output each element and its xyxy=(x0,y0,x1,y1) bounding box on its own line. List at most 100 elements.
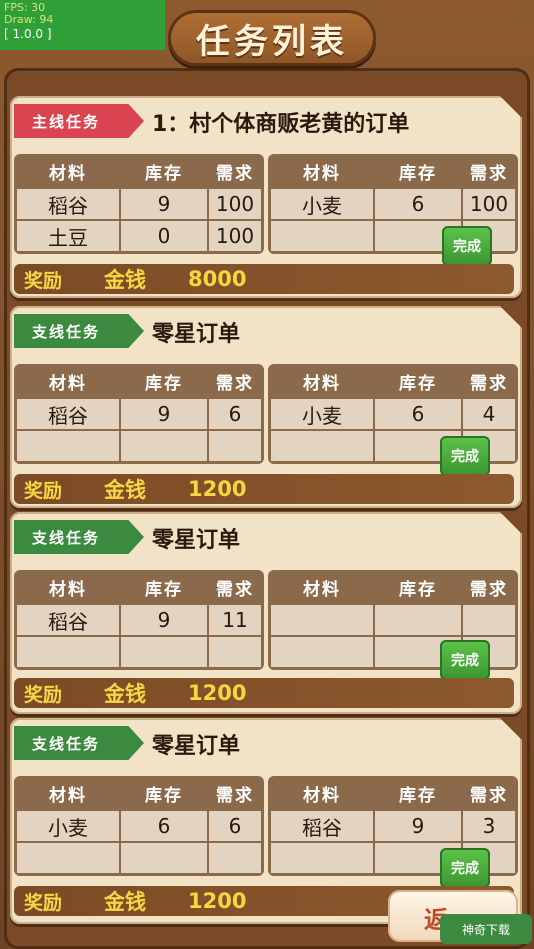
table-row: 小麦 6 4 xyxy=(270,398,516,430)
header-material: 材料 xyxy=(271,157,373,185)
stock-cell: 6 xyxy=(121,811,207,841)
materials-table-left: 材料 库存 需求 稻谷 9 11 xyxy=(14,570,264,670)
table-row xyxy=(270,604,516,636)
reward-bar: 奖励 金钱 1200 xyxy=(14,678,514,708)
material-cell: 小麦 xyxy=(271,189,373,219)
complete-button[interactable]: 完成 xyxy=(440,640,490,680)
stock-cell: 0 xyxy=(121,221,207,251)
task-card-2: 支线任务 零星订单 材料 库存 需求 稻谷 9 6 材料 库存 需求 小麦 6 … xyxy=(10,306,522,508)
table-row: 稻谷 9 3 xyxy=(270,810,516,842)
stock-cell xyxy=(121,431,207,461)
header-need: 需求 xyxy=(209,573,261,601)
material-cell xyxy=(271,431,373,461)
need-cell: 6 xyxy=(209,811,261,841)
header-need: 需求 xyxy=(463,779,515,807)
stock-cell: 9 xyxy=(375,811,461,841)
table-row: 小麦 6 100 xyxy=(270,188,516,220)
header-need: 需求 xyxy=(463,157,515,185)
material-cell: 小麦 xyxy=(271,399,373,429)
need-cell: 100 xyxy=(209,189,261,219)
stock-cell: 9 xyxy=(121,399,207,429)
task-tag: 支线任务 xyxy=(14,520,144,554)
table-row xyxy=(16,636,262,668)
need-cell xyxy=(463,605,515,635)
reward-label: 奖励 xyxy=(24,479,63,502)
stock-cell: 6 xyxy=(375,399,461,429)
material-cell xyxy=(271,221,373,251)
header-stock: 库存 xyxy=(375,367,461,395)
material-cell xyxy=(17,431,119,461)
reward-label: 奖励 xyxy=(24,269,63,292)
material-cell: 土豆 xyxy=(17,221,119,251)
header-stock: 库存 xyxy=(121,573,207,601)
stock-cell xyxy=(375,605,461,635)
money-label: 金钱 xyxy=(104,268,146,292)
money-label: 金钱 xyxy=(104,682,146,706)
draw-readout: Draw: 94 xyxy=(4,13,54,26)
header-material: 材料 xyxy=(17,157,119,185)
header-need: 需求 xyxy=(463,573,515,601)
stock-cell xyxy=(121,637,207,667)
need-cell: 100 xyxy=(209,221,261,251)
task-tag: 支线任务 xyxy=(14,314,144,348)
complete-button[interactable]: 完成 xyxy=(442,226,492,266)
materials-table-left: 材料 库存 需求 小麦 6 6 xyxy=(14,776,264,876)
watermark-logo: 神奇下载 xyxy=(440,914,532,944)
reward-amount: 8000 xyxy=(188,267,247,291)
material-cell xyxy=(17,637,119,667)
header-need: 需求 xyxy=(209,157,261,185)
table-row: 稻谷 9 6 xyxy=(16,398,262,430)
material-cell xyxy=(271,605,373,635)
need-cell: 100 xyxy=(463,189,515,219)
reward-amount: 1200 xyxy=(188,681,247,705)
table-row xyxy=(16,430,262,462)
reward-amount: 1200 xyxy=(188,889,247,913)
header-stock: 库存 xyxy=(121,157,207,185)
header-material: 材料 xyxy=(271,779,373,807)
debug-overlay: FPS: 30 Draw: 94 [ 1.0.0 ] xyxy=(0,0,165,50)
task-card-1: 主线任务 1：村个体商贩老黄的订单 材料 库存 需求 稻谷 9 100 土豆 0… xyxy=(10,96,522,298)
stock-cell xyxy=(121,843,207,873)
stock-cell: 6 xyxy=(375,189,461,219)
material-cell xyxy=(271,637,373,667)
money-label: 金钱 xyxy=(104,478,146,502)
material-cell: 稻谷 xyxy=(17,189,119,219)
materials-table-left: 材料 库存 需求 稻谷 9 6 xyxy=(14,364,264,464)
reward-label: 奖励 xyxy=(24,683,63,706)
complete-button[interactable]: 完成 xyxy=(440,848,490,888)
material-cell: 稻谷 xyxy=(271,811,373,841)
table-row xyxy=(16,842,262,874)
task-tag: 主线任务 xyxy=(14,104,144,138)
header-stock: 库存 xyxy=(375,573,461,601)
need-cell: 3 xyxy=(463,811,515,841)
header-material: 材料 xyxy=(17,779,119,807)
money-label: 金钱 xyxy=(104,890,146,914)
header-material: 材料 xyxy=(17,573,119,601)
version-readout: [ 1.0.0 ] xyxy=(4,27,52,41)
header-material: 材料 xyxy=(271,367,373,395)
table-row: 稻谷 9 100 xyxy=(16,188,262,220)
need-cell xyxy=(209,431,261,461)
header-stock: 库存 xyxy=(121,779,207,807)
reward-bar: 奖励 金钱 8000 xyxy=(14,264,514,294)
header-need: 需求 xyxy=(209,367,261,395)
page-title: 任务列表 xyxy=(168,10,376,66)
table-row: 土豆 0 100 xyxy=(16,220,262,252)
need-cell: 4 xyxy=(463,399,515,429)
task-name: 零星订单 xyxy=(152,322,241,347)
header-stock: 库存 xyxy=(375,779,461,807)
material-cell xyxy=(17,843,119,873)
stock-cell: 9 xyxy=(121,189,207,219)
header-stock: 库存 xyxy=(121,367,207,395)
table-row: 小麦 6 6 xyxy=(16,810,262,842)
material-cell: 稻谷 xyxy=(17,399,119,429)
task-tag: 支线任务 xyxy=(14,726,144,760)
material-cell: 稻谷 xyxy=(17,605,119,635)
task-name: 1：村个体商贩老黄的订单 xyxy=(152,112,410,137)
material-cell xyxy=(271,843,373,873)
table-row: 稻谷 9 11 xyxy=(16,604,262,636)
header-need: 需求 xyxy=(463,367,515,395)
task-name: 零星订单 xyxy=(152,734,241,759)
complete-button[interactable]: 完成 xyxy=(440,436,490,476)
header-stock: 库存 xyxy=(375,157,461,185)
